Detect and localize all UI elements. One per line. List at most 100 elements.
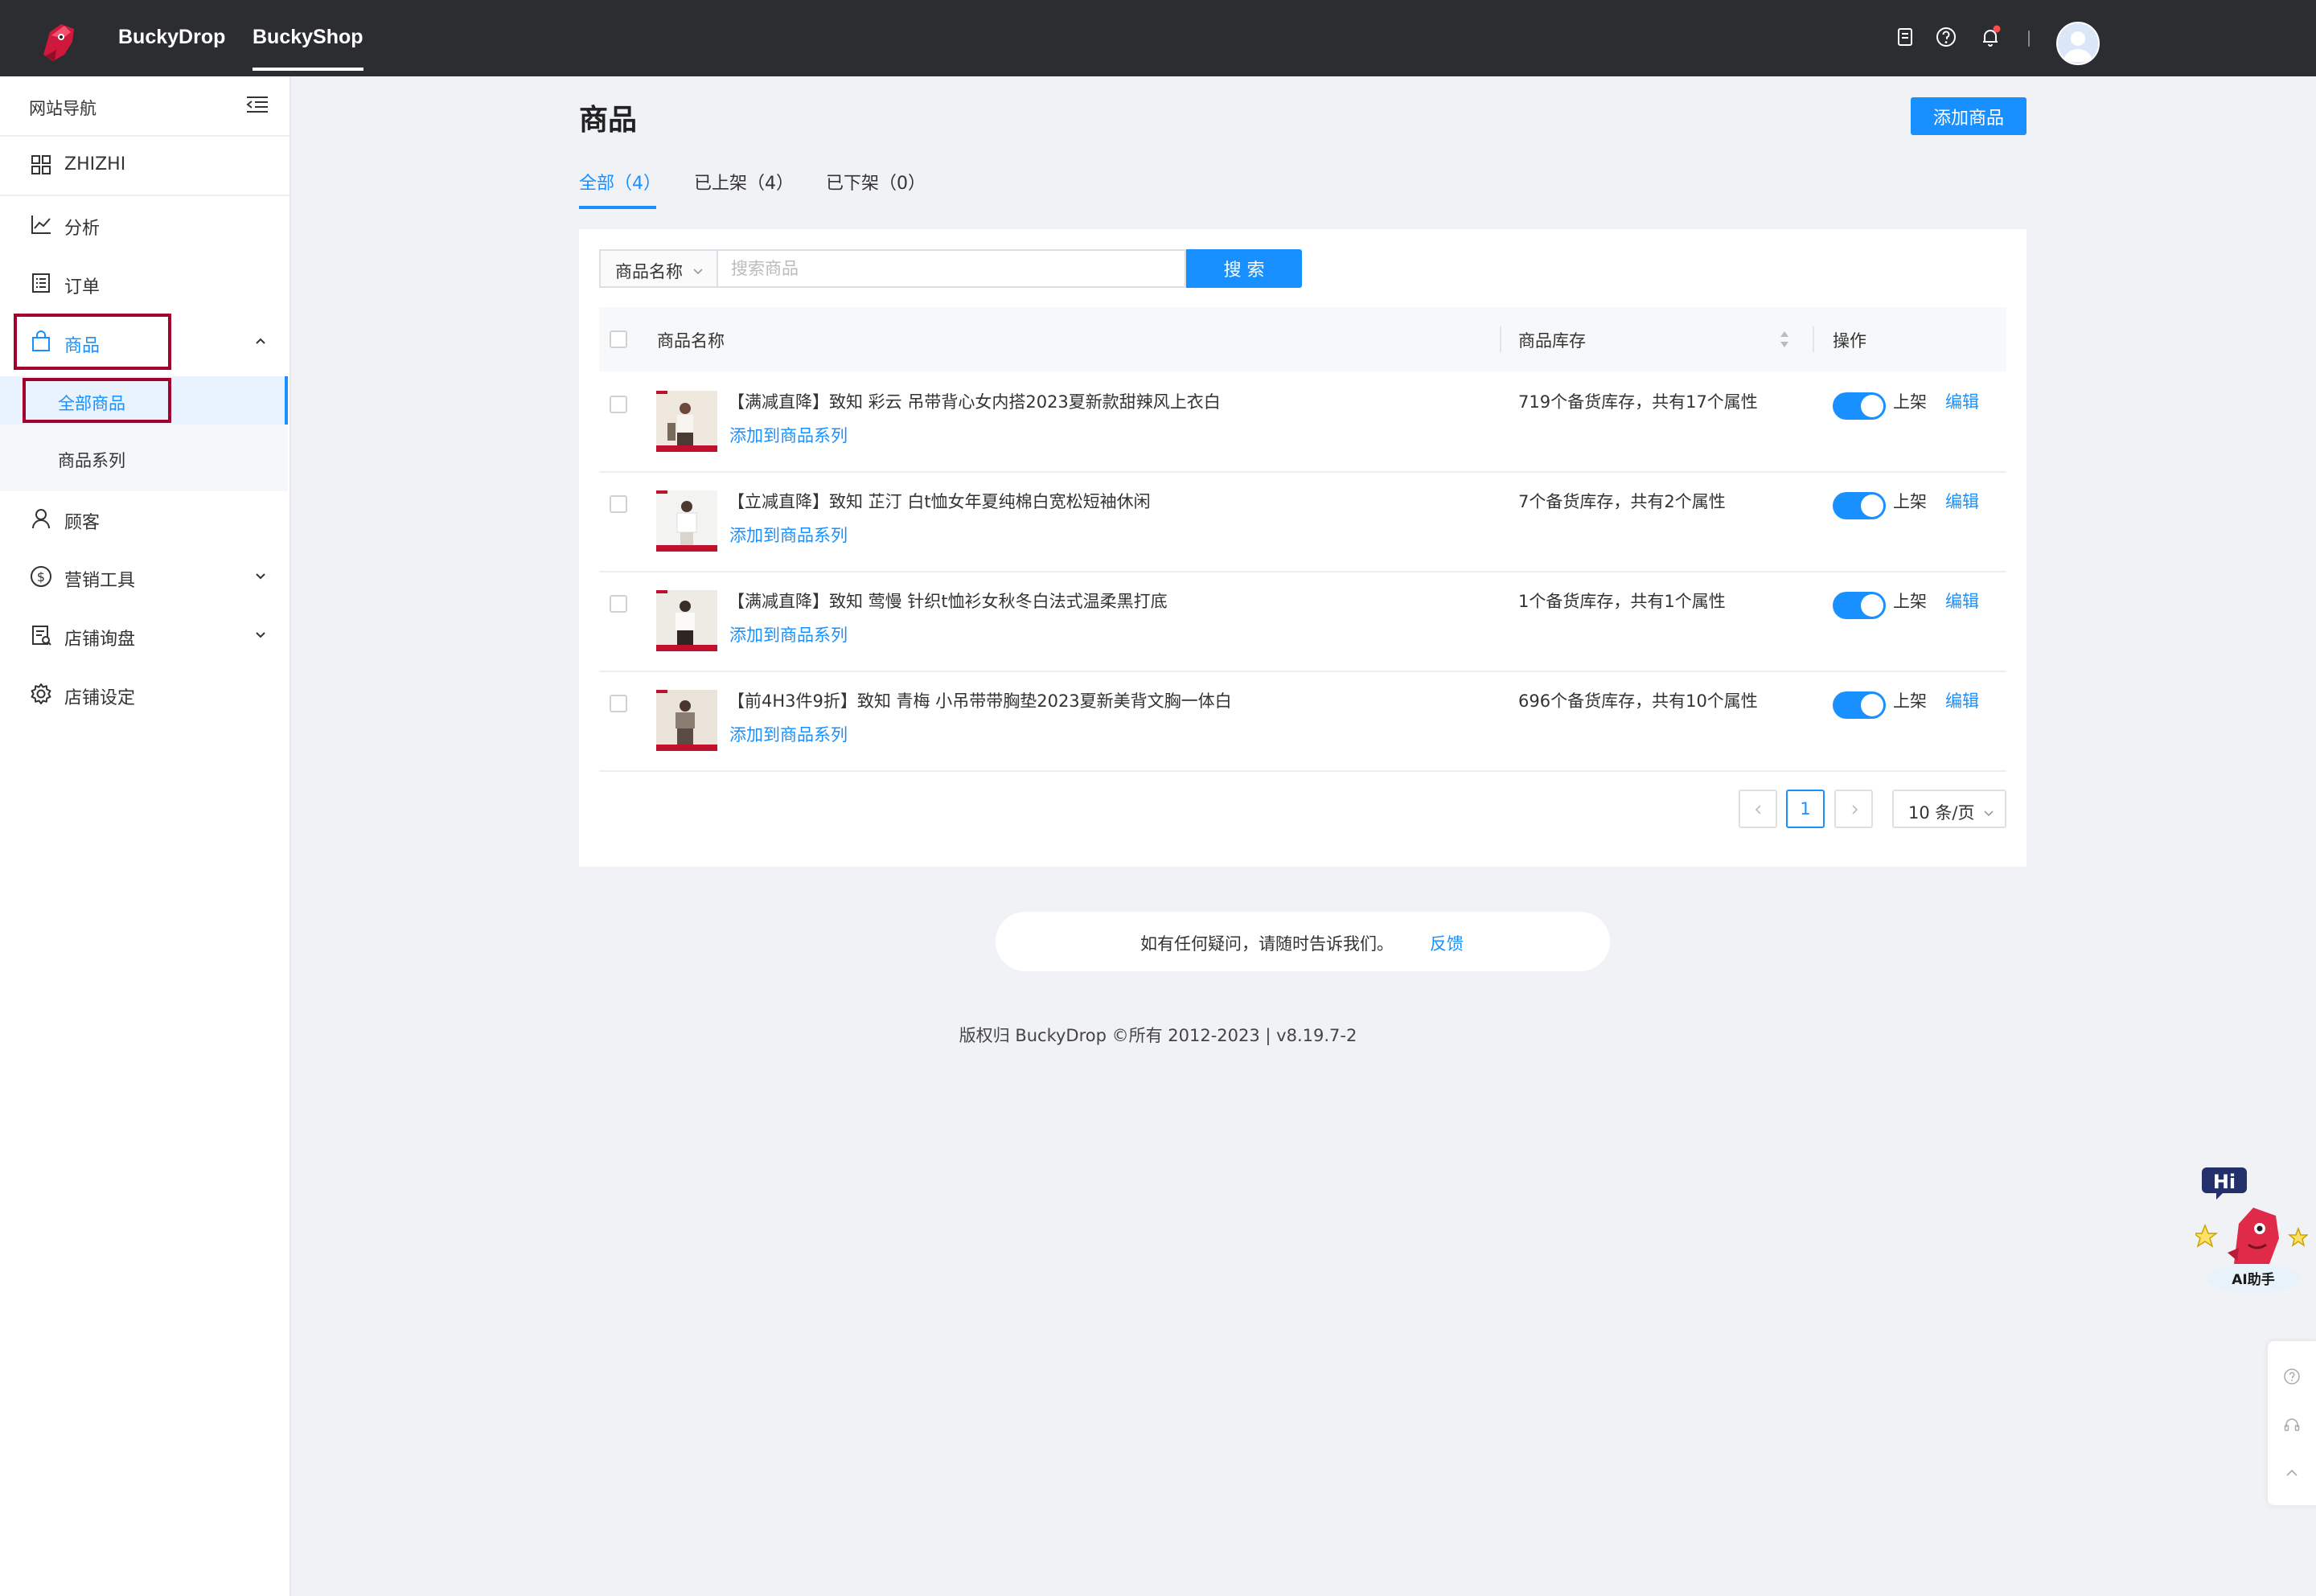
svg-text:$: $ [37,569,45,585]
logo-icon[interactable] [32,14,84,66]
sidebar-item-label: 店铺询盘 [64,630,136,650]
add-to-collection-link[interactable]: 添加到商品系列 [729,722,848,746]
help-icon[interactable] [2282,1367,2302,1386]
page-number-current[interactable]: 1 [1786,790,1825,828]
bell-icon[interactable] [1976,23,2005,51]
product-stock: 7个备货库存，共有2个属性 [1518,492,1726,511]
sidebar-item-inquiry[interactable]: 店铺询盘 [0,607,290,663]
feedback-text: 如有任何疑问，请随时告诉我们。 [1140,934,1394,954]
table-row: 【前4H3件9折】致知 青梅 小吊带带胸垫2023夏新美背文胸一体白 添加到商品… [599,671,2006,772]
listing-status: 上架 [1893,691,1927,711]
add-to-collection-link[interactable]: 添加到商品系列 [729,423,848,447]
chevron-left-icon [1755,805,1761,814]
sidebar-subitem-label: 商品系列 [58,451,125,470]
product-stock: 719个备货库存，共有17个属性 [1518,392,1758,412]
product-thumbnail[interactable] [656,590,717,651]
sidebar-subitem-collections[interactable]: 商品系列 [0,433,288,482]
avatar[interactable] [2056,22,2100,65]
add-to-collection-link[interactable]: 添加到商品系列 [729,523,848,547]
listing-status: 上架 [1893,592,1927,611]
search-field-label: 商品名称 [615,262,683,281]
search-button[interactable]: 搜 索 [1186,249,1302,288]
sidebar-header-label: 网站导航 [29,99,96,118]
help-icon[interactable] [1932,23,1961,51]
listing-toggle[interactable] [1833,492,1886,519]
next-page-button[interactable] [1834,790,1873,828]
sidebar-item-orders[interactable]: 订单 [0,255,290,311]
ai-badge-text: Hi [2213,1171,2236,1193]
sidebar-item-label: 营销工具 [64,571,136,591]
prev-page-button[interactable] [1739,790,1777,828]
sidebar-header: 网站导航 [0,76,290,137]
sidebar-item-label: 分析 [64,219,101,239]
inquiry-icon [29,623,53,647]
back-to-top-icon[interactable] [2282,1463,2302,1483]
edit-link[interactable]: 编辑 [1945,589,1979,613]
listing-toggle[interactable] [1833,592,1886,619]
page-size-select[interactable]: 10 条/页 [1892,790,2006,828]
tab-all[interactable]: 全部（4） [579,169,661,195]
headset-icon[interactable] [2282,1415,2302,1434]
highlight-box-products [14,314,171,370]
sidebar-item-marketing[interactable]: $ 营销工具 [0,548,290,605]
edit-link[interactable]: 编辑 [1945,688,1979,712]
chevron-down-icon [691,263,705,277]
edit-link[interactable]: 编辑 [1945,489,1979,513]
user-icon [29,507,53,531]
top-tab-buckydrop[interactable]: BuckyDrop [118,26,225,49]
table-row: 【满减直降】致知 莺慢 针织t恤衫女秋冬白法式温柔黑打底 添加到商品系列 1个备… [599,571,2006,672]
ai-assistant-button[interactable]: Hi AI助手 [2191,1158,2310,1294]
feedback-link[interactable]: 反馈 [1430,931,1464,955]
listing-toggle[interactable] [1833,691,1886,719]
top-tab-buckyshop[interactable]: BuckyShop [253,26,363,71]
active-tab-indicator [579,206,656,209]
product-thumbnail[interactable] [656,391,717,452]
product-thumbnail[interactable] [656,490,717,552]
chevron-down-icon [253,568,269,584]
page-size-label: 10 条/页 [1908,803,1975,823]
product-name[interactable]: 【满减直降】致知 彩云 吊带背心女内搭2023夏新款甜辣风上衣白 [728,389,1221,413]
product-thumbnail[interactable] [656,690,717,751]
product-name[interactable]: 【前4H3件9折】致知 青梅 小吊带带胸垫2023夏新美背文胸一体白 [728,688,1232,712]
dollar-icon: $ [29,564,53,589]
row-checkbox[interactable] [610,695,627,712]
gear-icon [29,682,53,706]
column-header-action: 操作 [1833,331,1866,351]
sidebar-item-label: 顾客 [64,513,101,533]
copyright: 版权归 BuckyDrop ©所有 2012-2023 | v8.19.7-2 [959,1026,1357,1045]
select-all-checkbox[interactable] [610,330,627,348]
chevron-down-icon [1982,804,1995,817]
product-name[interactable]: 【立减直降】致知 芷汀 白t恤女年夏纯棉白宽松短袖休闲 [728,489,1151,513]
row-checkbox[interactable] [610,396,627,413]
listing-status: 上架 [1893,392,1927,412]
table-row: 【立减直降】致知 芷汀 白t恤女年夏纯棉白宽松短袖休闲 添加到商品系列 7个备货… [599,471,2006,572]
column-header-name: 商品名称 [657,331,725,351]
add-to-collection-link[interactable]: 添加到商品系列 [729,622,848,646]
product-name[interactable]: 【满减直降】致知 莺慢 针织t恤衫女秋冬白法式温柔黑打底 [728,589,1168,613]
page-title: 商品 [579,104,638,137]
sidebar: 网站导航 ZHIZHI 分析 订单 商品 全部商品 商品系列 顾客 $ 营销工具 [0,76,291,1596]
top-bar: BuckyDrop BuckyShop [0,0,2316,76]
sidebar-item-analytics[interactable]: 分析 [0,196,290,252]
sidebar-item-customers[interactable]: 顾客 [0,490,290,547]
feedback-bar: 如有任何疑问，请随时告诉我们。 反馈 [996,912,1610,971]
row-checkbox[interactable] [610,495,627,513]
edit-link[interactable]: 编辑 [1945,389,1979,413]
add-product-button[interactable]: 添加商品 [1911,97,2026,135]
search-field-select[interactable]: 商品名称 [599,249,717,288]
tab-listed[interactable]: 已上架（4） [694,169,794,195]
chart-icon [29,212,53,236]
tab-unlisted[interactable]: 已下架（0） [826,169,926,195]
column-divider [1500,326,1501,352]
sidebar-item-zhizhi[interactable]: ZHIZHI [0,137,290,193]
row-checkbox[interactable] [610,595,627,613]
listing-toggle[interactable] [1833,392,1886,420]
column-header-stock: 商品库存 [1518,331,1586,351]
search-input[interactable] [717,249,1186,288]
sidebar-item-settings[interactable]: 店铺设定 [0,666,290,722]
collapse-menu-icon[interactable] [244,92,271,117]
sort-icon[interactable] [1779,328,1790,351]
sidebar-item-label: ZHIZHI [64,154,126,174]
document-icon[interactable] [1891,23,1920,51]
chevron-down-icon [253,626,269,642]
